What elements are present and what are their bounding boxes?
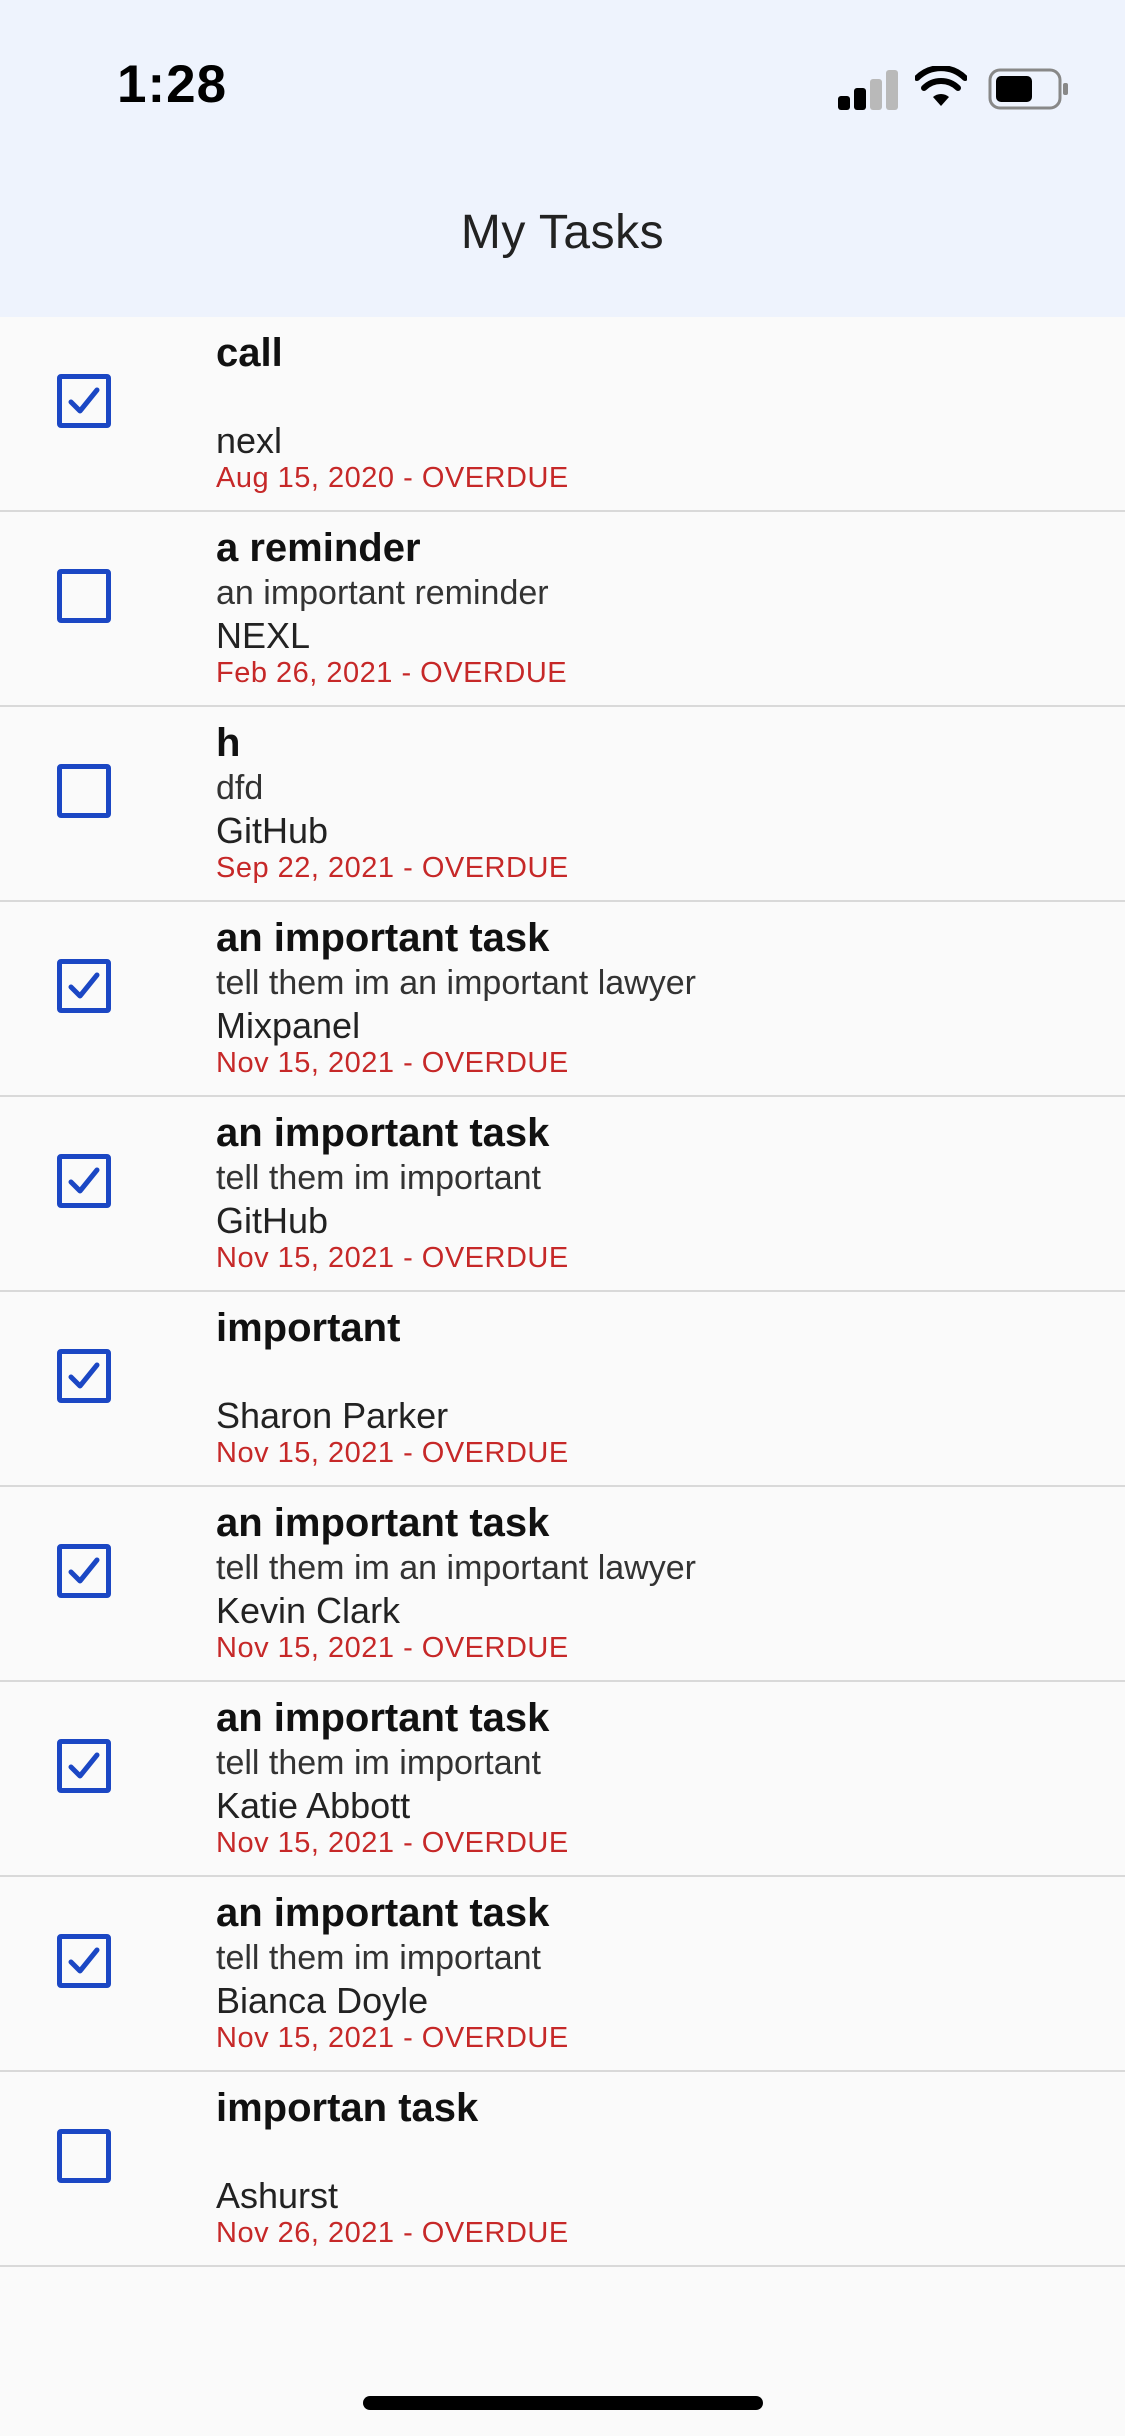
task-checkbox[interactable] — [57, 1349, 111, 1403]
task-row[interactable]: an important task tell them im important… — [0, 1097, 1125, 1292]
home-indicator[interactable] — [363, 2396, 763, 2410]
task-due-date: Sep 22, 2021 - OVERDUE — [216, 852, 569, 884]
task-contact: GitHub — [216, 810, 329, 851]
status-time: 1:28 — [117, 55, 228, 114]
task-due-date: Nov 26, 2021 - OVERDUE — [216, 2217, 569, 2249]
task-description: tell them im an important lawyer — [216, 964, 696, 1002]
checkmark-icon — [68, 1947, 100, 1974]
task-contact: Ashurst — [216, 2175, 339, 2216]
task-row[interactable]: a reminder an important reminder NEXL Fe… — [0, 512, 1125, 707]
task-row[interactable]: an important task tell them im an import… — [0, 1487, 1125, 1682]
task-checkbox[interactable] — [57, 1739, 111, 1793]
task-row[interactable]: call nexl Aug 15, 2020 - OVERDUE — [0, 317, 1125, 512]
wifi-icon — [915, 66, 967, 106]
page-title: My Tasks — [460, 206, 665, 259]
checkmark-icon — [68, 1557, 100, 1584]
battery-icon — [988, 68, 1068, 110]
task-checkbox[interactable] — [57, 1154, 111, 1208]
task-contact: Kevin Clark — [216, 1590, 401, 1631]
task-description: tell them im important — [216, 1939, 541, 1977]
checkmark-icon — [68, 1167, 100, 1194]
task-description: tell them im important — [216, 1159, 541, 1197]
task-checkbox[interactable] — [57, 1544, 111, 1598]
task-title: call — [216, 331, 283, 375]
task-title: an important task — [216, 1891, 550, 1935]
task-title: an important task — [216, 1111, 550, 1155]
task-title: a reminder — [216, 526, 421, 570]
app-header: 1:28 My Tasks — [0, 0, 1125, 317]
task-contact: NEXL — [216, 615, 311, 656]
task-row[interactable]: importan task Ashurst Nov 26, 2021 - OVE… — [0, 2072, 1125, 2267]
task-title: an important task — [216, 1696, 550, 1740]
task-contact: Katie Abbott — [216, 1785, 411, 1826]
task-due-date: Nov 15, 2021 - OVERDUE — [216, 1047, 569, 1079]
task-checkbox[interactable] — [57, 2129, 111, 2183]
task-checkbox[interactable] — [57, 374, 111, 428]
checkmark-icon — [68, 387, 100, 414]
task-title: h — [216, 721, 241, 765]
task-contact: Bianca Doyle — [216, 1980, 429, 2021]
task-list: call nexl Aug 15, 2020 - OVERDUE a remin… — [0, 317, 1125, 2267]
task-contact: GitHub — [216, 1200, 329, 1241]
task-checkbox[interactable] — [57, 569, 111, 623]
checkmark-icon — [68, 972, 100, 999]
task-due-date: Nov 15, 2021 - OVERDUE — [216, 1632, 569, 1664]
task-row[interactable]: an important task tell them im important… — [0, 1877, 1125, 2072]
task-due-date: Nov 15, 2021 - OVERDUE — [216, 1827, 569, 1859]
task-description: tell them im an important lawyer — [216, 1549, 696, 1587]
task-title: an important task — [216, 916, 550, 960]
task-row[interactable]: h dfd GitHub Sep 22, 2021 - OVERDUE — [0, 707, 1125, 902]
task-due-date: Feb 26, 2021 - OVERDUE — [216, 657, 568, 689]
task-title: an important task — [216, 1501, 550, 1545]
task-description: tell them im important — [216, 1744, 541, 1782]
task-contact: nexl — [216, 420, 283, 461]
checkmark-icon — [68, 1752, 100, 1779]
task-due-date: Nov 15, 2021 - OVERDUE — [216, 2022, 569, 2054]
task-due-date: Nov 15, 2021 - OVERDUE — [216, 1242, 569, 1274]
task-checkbox[interactable] — [57, 764, 111, 818]
task-checkbox[interactable] — [57, 1934, 111, 1988]
task-title: importan task — [216, 2086, 479, 2130]
task-description: dfd — [216, 769, 264, 807]
task-title: important — [216, 1306, 401, 1350]
task-due-date: Nov 15, 2021 - OVERDUE — [216, 1437, 569, 1469]
task-checkbox[interactable] — [57, 959, 111, 1013]
checkmark-icon — [68, 1362, 100, 1389]
cellular-signal-icon — [838, 70, 900, 110]
task-contact: Mixpanel — [216, 1005, 361, 1046]
task-due-date: Aug 15, 2020 - OVERDUE — [216, 462, 569, 494]
task-row[interactable]: an important task tell them im an import… — [0, 902, 1125, 1097]
task-row[interactable]: important Sharon Parker Nov 15, 2021 - O… — [0, 1292, 1125, 1487]
task-description: an important reminder — [216, 574, 549, 612]
task-contact: Sharon Parker — [216, 1395, 449, 1436]
task-row[interactable]: an important task tell them im important… — [0, 1682, 1125, 1877]
